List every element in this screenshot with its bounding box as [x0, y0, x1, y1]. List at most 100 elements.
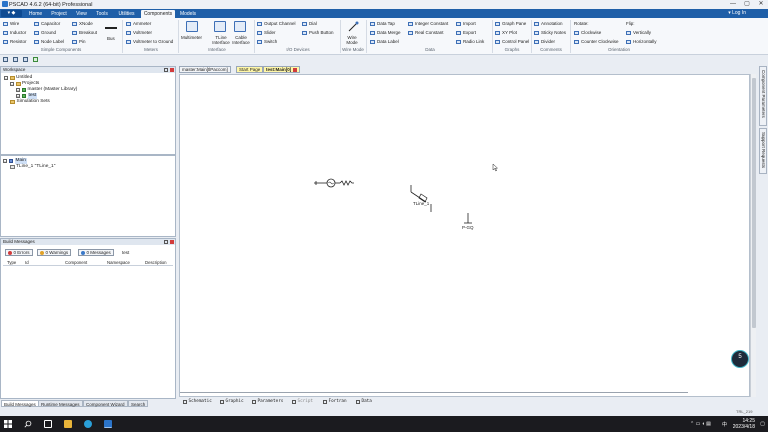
- open-icon[interactable]: [13, 57, 18, 62]
- ground-button[interactable]: Ground: [34, 30, 56, 35]
- inductor-button[interactable]: Inductor: [3, 30, 26, 35]
- tray-icons[interactable]: ⌃ ▭ ◖ ▤: [690, 421, 711, 427]
- real-constant-button[interactable]: Real Constant: [408, 30, 444, 35]
- tab-fortran[interactable]: Fortran: [323, 398, 347, 405]
- col-namespace[interactable]: Namespace: [107, 260, 130, 266]
- maximize-button[interactable]: ▢: [740, 0, 754, 9]
- push-button-button[interactable]: Push Button: [302, 30, 334, 35]
- tree-simulation-sets[interactable]: Simulation Sets: [10, 99, 50, 105]
- voltmeter-ground-button[interactable]: Voltmeter to Ground: [126, 39, 173, 44]
- tab-data[interactable]: Data: [356, 398, 372, 405]
- radio-link-button[interactable]: Radio Link: [456, 39, 484, 44]
- rotate-clockwise-button[interactable]: Clockwise: [574, 30, 601, 35]
- horizontal-scrollbar[interactable]: [180, 391, 688, 395]
- login-button[interactable]: ▾ Log In: [728, 10, 746, 17]
- data-merge-button[interactable]: Data Merge: [370, 30, 401, 35]
- tline-component[interactable]: [410, 185, 432, 212]
- close-icon[interactable]: [170, 68, 174, 72]
- pin-icon[interactable]: [164, 68, 168, 72]
- tline-interface-button[interactable]: TLine Interface: [210, 35, 232, 45]
- flip-horizontal-button[interactable]: Horizontally: [626, 39, 657, 44]
- tab-script[interactable]: Script: [292, 398, 313, 405]
- tab-models[interactable]: Models: [176, 10, 200, 18]
- tab-tools[interactable]: Tools: [92, 10, 112, 18]
- tab-components[interactable]: Components: [141, 10, 175, 18]
- file-explorer-icon[interactable]: [64, 420, 72, 428]
- close-icon[interactable]: [293, 67, 298, 72]
- wire-mode-button[interactable]: Wire Mode: [344, 35, 360, 45]
- clock[interactable]: 14:25 2023/4/18: [733, 418, 755, 430]
- ammeter-button[interactable]: Ammeter: [126, 21, 151, 26]
- project-filter[interactable]: test: [122, 250, 129, 255]
- bus-button[interactable]: Bus: [107, 36, 115, 41]
- rotate-counter-clockwise-button[interactable]: Counter Clockwise: [574, 39, 619, 44]
- tab-schematic[interactable]: Schematic: [183, 398, 212, 405]
- save-icon[interactable]: [23, 57, 28, 62]
- col-component[interactable]: Component: [65, 260, 87, 266]
- pin-button[interactable]: Pin: [72, 39, 86, 44]
- voltage-source[interactable]: [314, 178, 340, 188]
- run-icon[interactable]: [33, 57, 38, 62]
- sticky-notes-button[interactable]: Sticky Notes: [534, 30, 566, 35]
- capacitor-button[interactable]: Capacitor: [34, 21, 60, 26]
- node-label-button[interactable]: Node Label: [34, 39, 64, 44]
- resistor-button[interactable]: Resistor: [3, 39, 27, 44]
- data-tap-button[interactable]: Data Tap: [370, 21, 395, 26]
- edge-browser-icon[interactable]: [84, 420, 92, 428]
- multimeter-button[interactable]: Multimeter: [181, 35, 202, 40]
- col-id[interactable]: Id: [25, 260, 29, 266]
- new-icon[interactable]: [3, 57, 8, 62]
- scroll-thumb[interactable]: [752, 78, 756, 328]
- xnode-button[interactable]: XNode: [72, 21, 93, 26]
- notification-badge[interactable]: 5: [731, 350, 749, 368]
- tab-runtime-messages[interactable]: Runtime Messages: [38, 400, 83, 407]
- voltmeter-button[interactable]: Voltmeter: [126, 30, 152, 35]
- data-label-button[interactable]: Data Label: [370, 39, 399, 44]
- windows-start-icon[interactable]: [4, 420, 12, 428]
- slider-button[interactable]: Slider: [257, 30, 276, 35]
- tab-parameters[interactable]: Parameters: [252, 398, 283, 405]
- input-language[interactable]: 中: [722, 421, 727, 428]
- messages-filter-button[interactable]: 0 Messages: [78, 249, 114, 256]
- notification-icon[interactable]: ▢: [760, 421, 765, 427]
- breakout-button[interactable]: Breakout: [72, 30, 97, 35]
- pscad-taskbar-icon[interactable]: [104, 420, 112, 428]
- doc-tab-master[interactable]: master:Main[tlPaccom]: [179, 66, 231, 73]
- support-requests-panel[interactable]: Support Requests: [759, 128, 767, 174]
- tab-build-messages[interactable]: Build Messages: [1, 400, 39, 407]
- export-button[interactable]: Export: [456, 30, 476, 35]
- task-view-icon[interactable]: [44, 420, 52, 428]
- doc-tab-start-page[interactable]: Start Page: [236, 66, 264, 73]
- tab-search[interactable]: Search: [128, 400, 149, 407]
- pin-icon[interactable]: [164, 240, 168, 244]
- flip-vertical-button[interactable]: Vertically: [626, 30, 651, 35]
- tab-project[interactable]: Project: [47, 10, 71, 18]
- integer-constant-button[interactable]: Integer Constant: [408, 21, 448, 26]
- file-menu-button[interactable]: ▾ ◆: [1, 10, 22, 17]
- close-button[interactable]: ✕: [754, 0, 768, 9]
- xy-plot-button[interactable]: XY Plot: [495, 30, 517, 35]
- switch-button[interactable]: Switch: [257, 39, 277, 44]
- tab-component-wizard[interactable]: Component Wizard: [83, 400, 128, 407]
- ground-node[interactable]: [464, 213, 472, 224]
- search-icon[interactable]: [24, 420, 32, 428]
- annotation-button[interactable]: Annotation: [534, 21, 563, 26]
- errors-filter-button[interactable]: 0 Errors: [5, 249, 33, 256]
- doc-tab-test-main[interactable]: test:Main[0]: [263, 66, 301, 73]
- resistor[interactable]: [339, 180, 354, 186]
- control-panel-button[interactable]: Control Panel: [495, 39, 529, 44]
- cable-interface-button[interactable]: Cable Interface: [230, 35, 252, 45]
- wire-button[interactable]: Wire: [3, 21, 19, 26]
- close-icon[interactable]: [170, 240, 174, 244]
- tab-graphic[interactable]: Graphic: [220, 398, 244, 405]
- component-parameters-panel[interactable]: Component Parameters: [759, 66, 767, 126]
- dial-button[interactable]: Dial: [302, 21, 317, 26]
- divider-button[interactable]: Divider: [534, 39, 555, 44]
- output-channel-button[interactable]: Output Channel: [257, 21, 296, 26]
- tab-utilities[interactable]: Utilities: [113, 10, 140, 18]
- hierarchy-tline[interactable]: TLine_1 "TLine_1": [10, 164, 55, 170]
- import-button[interactable]: Import: [456, 21, 476, 26]
- col-type[interactable]: Type: [7, 260, 16, 266]
- col-description[interactable]: Description: [145, 260, 167, 266]
- schematic-canvas[interactable]: TLine_1 P-GQ 5: [179, 74, 750, 397]
